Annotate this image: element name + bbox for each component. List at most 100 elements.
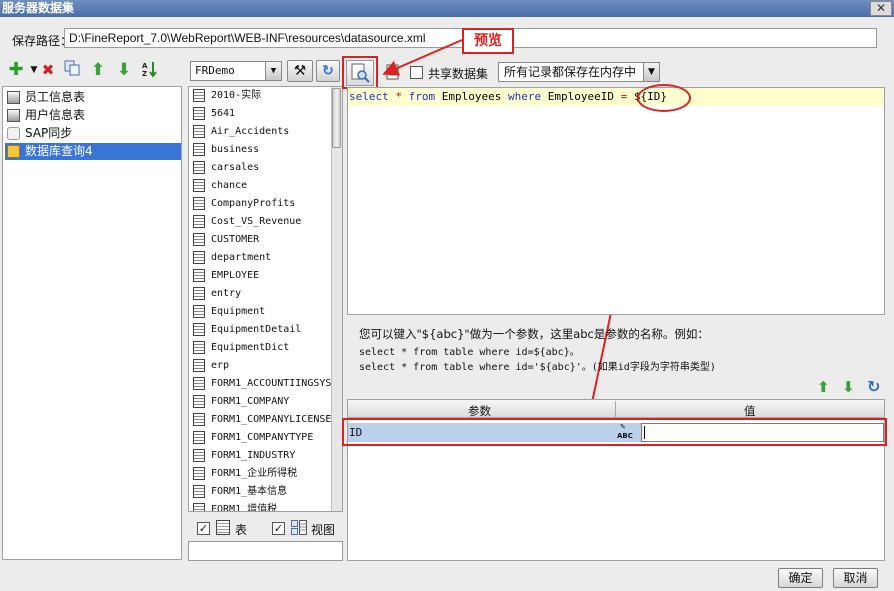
table-item-label: Air_Accidents	[211, 126, 290, 137]
table-item[interactable]: entry	[191, 285, 331, 303]
table-item-label: chance	[211, 180, 248, 191]
table-icon	[193, 89, 205, 102]
window-title: 服务器数据集	[0, 0, 894, 17]
database-select[interactable]: FRDemo ▼	[190, 61, 282, 81]
table-item[interactable]: carsales	[191, 159, 331, 177]
refresh-icon: ↻	[322, 63, 334, 79]
sql-table-name: Employees	[441, 90, 502, 103]
dataset-toolbar: ✚ ▼ ✖ ⬆ ⬇ AZ	[4, 60, 182, 84]
sql-keyword: from	[408, 90, 436, 103]
table-item-label: carsales	[211, 162, 260, 173]
table-item-label: FORM1_基本信息	[211, 486, 288, 497]
move-up-icon[interactable]: ⬆	[88, 60, 108, 80]
move-down-icon[interactable]: ⬇	[114, 60, 134, 80]
table-item[interactable]: business	[191, 141, 331, 159]
svg-text:A: A	[142, 62, 148, 70]
table-icon	[193, 197, 205, 210]
sql-text[interactable]: select * from Employees where EmployeeID…	[349, 90, 667, 103]
table-icon	[193, 233, 205, 246]
table-item[interactable]: FORM1_INDUSTRY	[191, 447, 331, 465]
delete-icon[interactable]: ✖	[38, 60, 58, 80]
dataset-item-3[interactable]: 数据库查询4	[5, 143, 181, 160]
view-filter-label: 视图	[311, 523, 336, 537]
sap-icon	[7, 127, 20, 140]
table-icon	[193, 467, 205, 480]
dataset-item-label: 数据库查询4	[25, 144, 93, 158]
parameter-highlight-box	[342, 418, 887, 446]
table-item[interactable]: EquipmentDetail	[191, 321, 331, 339]
table-item[interactable]: Cost_VS_Revenue	[191, 213, 331, 231]
refresh-tables-button[interactable]: ↻	[316, 60, 340, 82]
table-item-label: FORM1_INDUSTRY	[211, 450, 296, 461]
header-divider	[615, 401, 616, 418]
database-icon	[7, 109, 20, 122]
table-item[interactable]: Equipment	[191, 303, 331, 321]
dataset-list: 员工信息表 用户信息表 SAP同步 数据库查询4	[2, 86, 182, 560]
table-item[interactable]: Air_Accidents	[191, 123, 331, 141]
table-item[interactable]: erp	[191, 357, 331, 375]
table-item-label: FORM1_企业所得税	[211, 468, 298, 479]
table-item[interactable]: FORM1_COMPANY	[191, 393, 331, 411]
table-icon	[193, 323, 205, 336]
table-search-input[interactable]	[188, 541, 343, 561]
table-item[interactable]: 2010-实际	[191, 87, 331, 105]
svg-text:Z: Z	[142, 70, 147, 78]
table-item[interactable]: FORM1_企业所得税	[191, 465, 331, 483]
add-icon[interactable]: ✚	[6, 60, 26, 80]
table-item-label: business	[211, 144, 260, 155]
param-column-header: 参数	[468, 404, 491, 418]
dataset-item-label: SAP同步	[25, 126, 73, 140]
table-item-label: EMPLOYEE	[211, 270, 260, 281]
table-item[interactable]: CUSTOMER	[191, 231, 331, 249]
table-item-label: FORM1_COMPANYTYPE	[211, 432, 314, 443]
param-refresh-icon[interactable]: ↻	[867, 377, 880, 396]
dataset-item-label: 用户信息表	[25, 108, 86, 122]
table-item[interactable]: chance	[191, 177, 331, 195]
table-item[interactable]: department	[191, 249, 331, 267]
sql-editor[interactable]	[347, 87, 885, 315]
table-item-label: CUSTOMER	[211, 234, 260, 245]
sql-operator: *	[395, 90, 402, 103]
dataset-item-0[interactable]: 员工信息表	[5, 89, 181, 106]
table-item[interactable]: EquipmentDict	[191, 339, 331, 357]
save-path-label: 保存路径：	[12, 34, 73, 48]
table-icon	[193, 125, 205, 138]
tools-icon: ⚒	[293, 63, 307, 79]
table-item-label: EquipmentDetail	[211, 324, 302, 335]
table-item[interactable]: FORM1_增值税	[191, 501, 331, 512]
sort-icon[interactable]: AZ	[140, 60, 160, 80]
param-move-up-icon[interactable]: ⬆	[817, 378, 830, 396]
table-icon	[193, 485, 205, 498]
sql-keyword: where	[507, 90, 542, 103]
table-icon	[193, 341, 205, 354]
table-item[interactable]: CompanyProfits	[191, 195, 331, 213]
cancel-button[interactable]: 取消	[833, 568, 878, 588]
close-button[interactable]: ✕	[870, 1, 892, 16]
table-item-label: FORM1_COMPANYLICENSE	[211, 414, 332, 425]
table-icon	[193, 215, 205, 228]
table-filter-checkbox[interactable]: ✓	[197, 522, 210, 535]
value-column-header: 值	[744, 404, 756, 418]
table-icon	[193, 449, 205, 462]
table-item-label: Equipment	[211, 306, 266, 317]
dataset-item-2[interactable]: SAP同步	[5, 125, 181, 142]
connection-settings-button[interactable]: ⚒	[287, 60, 313, 82]
hint-text: 您可以键入"${abc}"做为一个参数，这里abc是参数的名称。例如：	[359, 327, 709, 341]
view-filter-checkbox[interactable]: ✓	[272, 522, 285, 535]
table-item-label: FORM1_COMPANY	[211, 396, 290, 407]
table-item[interactable]: FORM1_COMPANYTYPE	[191, 429, 331, 447]
param-move-down-icon[interactable]: ⬇	[842, 378, 855, 396]
copy-icon[interactable]	[62, 60, 82, 80]
ok-button[interactable]: 确定	[778, 568, 823, 588]
table-item[interactable]: FORM1_COMPANYLICENSE	[191, 411, 331, 429]
table-icon	[193, 251, 205, 264]
table-item[interactable]: 5641	[191, 105, 331, 123]
dataset-item-1[interactable]: 用户信息表	[5, 107, 181, 124]
table-item[interactable]: EMPLOYEE	[191, 267, 331, 285]
table-icon	[193, 503, 205, 511]
hint-example-2: select * from table where id='${abc}'。(如…	[359, 362, 716, 373]
table-item[interactable]: FORM1_ACCOUNTIINGSYS	[191, 375, 331, 393]
table-item[interactable]: FORM1_基本信息	[191, 483, 331, 501]
table-item-label: entry	[211, 288, 242, 299]
table-item-label: FORM1_增值税	[211, 504, 278, 512]
